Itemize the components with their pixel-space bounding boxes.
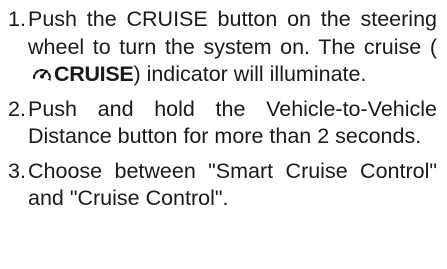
step-1-text-after: ) indicator will illuminate. bbox=[133, 62, 367, 86]
cruise-indicator-label: CRUISE bbox=[54, 62, 134, 86]
step-2: 2. Push and hold the Vehicle-to-Vehicle … bbox=[0, 96, 447, 151]
cruise-control-icon bbox=[32, 68, 52, 81]
step-1-text-before: Push the CRUISE button on the steering w… bbox=[28, 7, 437, 59]
cruise-indicator: CRUISE bbox=[28, 61, 134, 89]
step-number: 3. bbox=[8, 158, 26, 183]
step-number: 1. bbox=[8, 7, 26, 31]
step-3-text: Choose between "Smart Cruise Control" an… bbox=[28, 158, 437, 211]
step-3: 3. Choose between "Smart Cruise Control"… bbox=[0, 158, 447, 213]
step-2-text: Push and hold the Vehicle-to-Vehicle Dis… bbox=[28, 96, 437, 149]
step-number: 2. bbox=[8, 96, 26, 121]
step-1: 1. Push the CRUISE button on the steerin… bbox=[0, 6, 447, 89]
instruction-steps: 1. Push the CRUISE button on the steerin… bbox=[0, 0, 447, 213]
